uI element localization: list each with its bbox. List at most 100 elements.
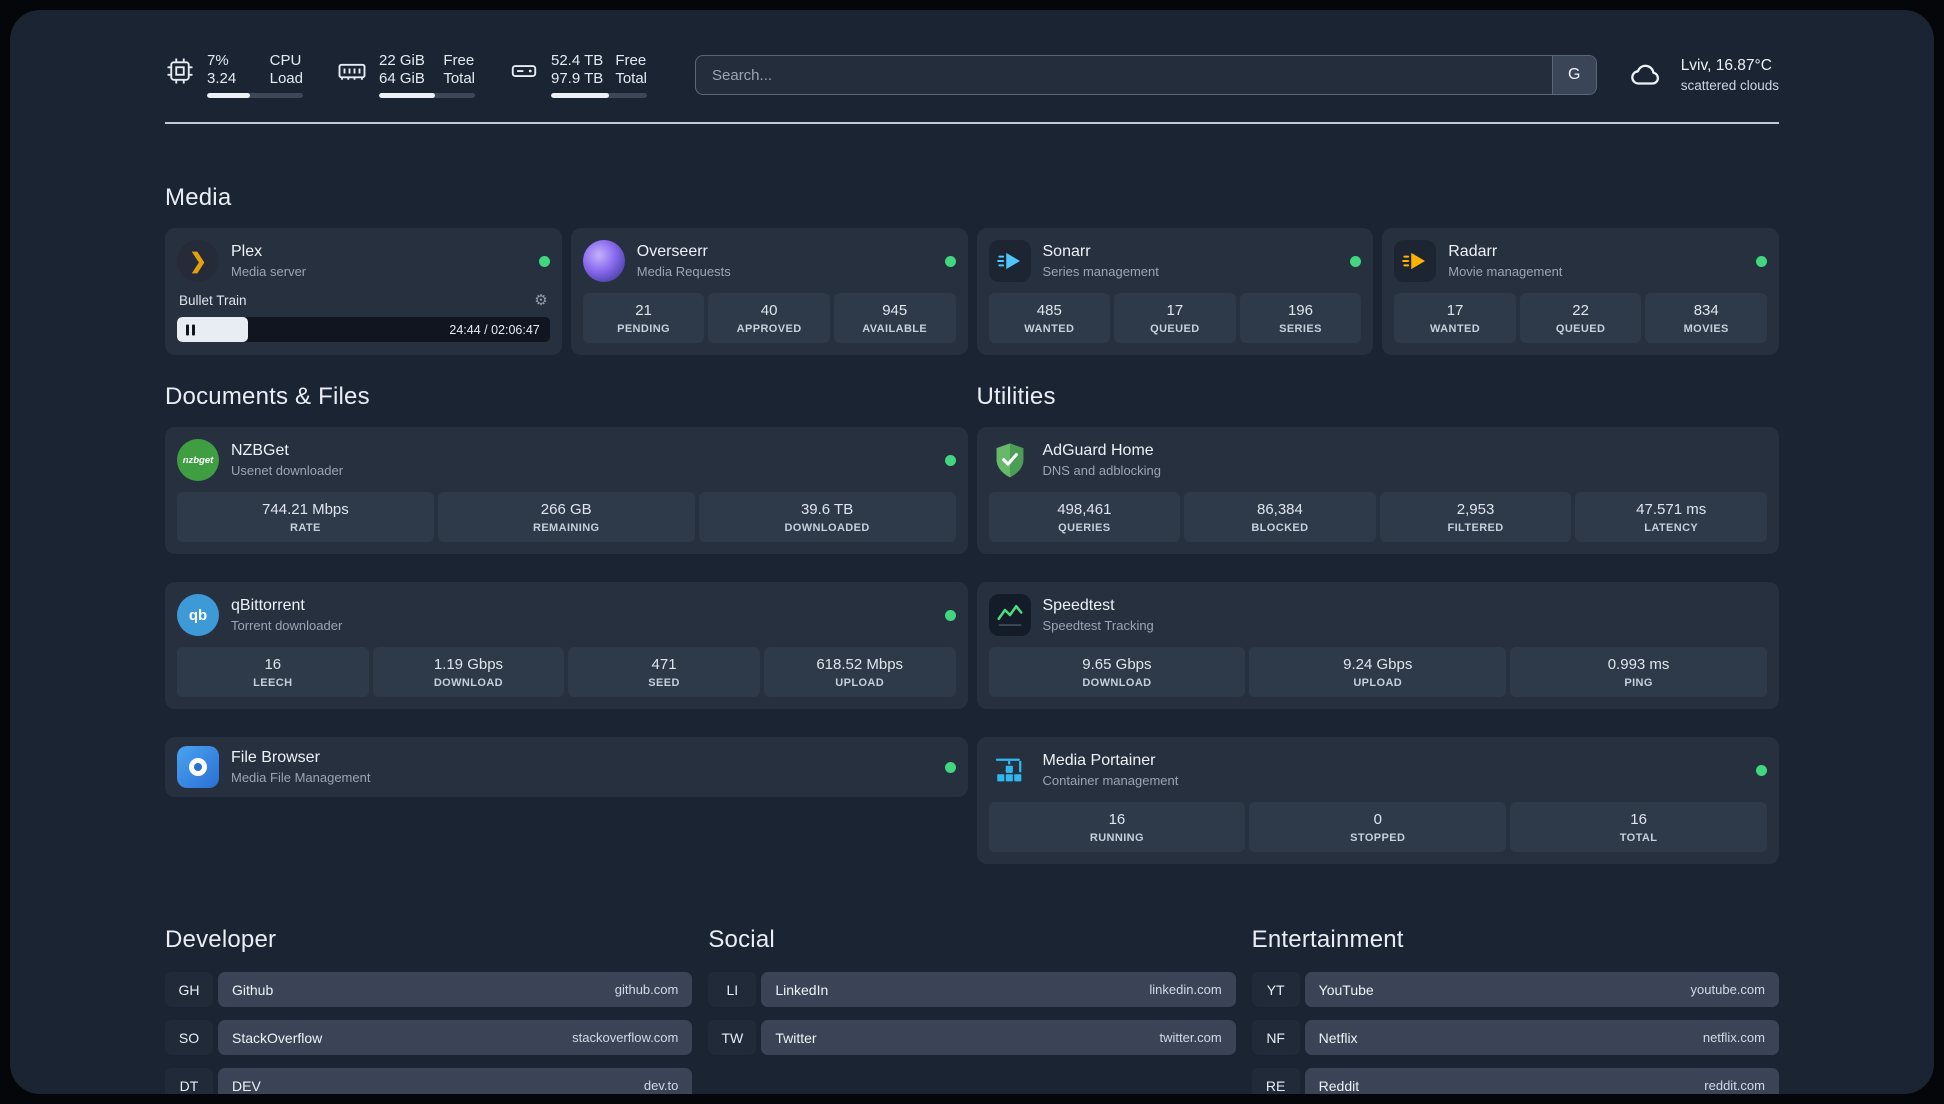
weather-condition: scattered clouds <box>1680 78 1779 93</box>
stat-rate: 744.21 Mbps RATE <box>177 492 434 542</box>
bookmark-url: dev.to <box>643 1078 679 1093</box>
bookmark-name: Netflix <box>1318 1029 1358 1046</box>
status-dot <box>944 454 956 466</box>
overseerr-card[interactable]: Overseerr Media Requests 21 PENDING 40 APP… <box>570 228 968 355</box>
google-search-button[interactable]: G <box>1551 56 1596 94</box>
qbittorrent-card[interactable]: qb qBittorrent Torrent downloader 16 LEEC… <box>165 582 968 709</box>
bookmark-url: linkedin.com <box>1149 982 1222 997</box>
bookmark-abbr: GH <box>165 972 213 1007</box>
bookmark-name: LinkedIn <box>775 981 829 998</box>
stat-filtered: 2,953 FILTERED <box>1379 492 1572 542</box>
bookmark-twitter[interactable]: TW Twitter twitter.com <box>708 1020 1236 1055</box>
stat-approved: 40 APPROVED <box>708 293 830 343</box>
disk-icon <box>511 65 537 77</box>
service-name: Plex <box>231 243 263 260</box>
stat-leech: 16 LEECH <box>177 647 369 697</box>
stat-blocked: 86,384 BLOCKED <box>1184 492 1376 542</box>
service-subtitle: Media Requests <box>636 264 731 279</box>
bookmark-abbr: LI <box>708 972 757 1007</box>
bookmark-abbr: DT <box>165 1068 213 1094</box>
entertainment-section: Entertainment YT YouTube youtube.com NF N… <box>1251 926 1779 1094</box>
service-subtitle: Torrent downloader <box>231 618 343 633</box>
memory-free-label: Free <box>443 52 475 69</box>
filebrowser-icon <box>177 746 219 788</box>
memory-free: 22 GiB <box>379 52 425 69</box>
service-subtitle: Media File Management <box>231 770 371 785</box>
overseerr-icon <box>582 240 625 282</box>
service-name: Sonarr <box>1042 243 1091 260</box>
bookmark-abbr: SO <box>165 1020 213 1055</box>
stat-queued: 22 QUEUED <box>1519 293 1642 343</box>
plex-icon: ❯ <box>177 240 219 282</box>
entertainment-section-title: Entertainment <box>1251 926 1404 953</box>
cpu-load: 3.24 <box>207 70 237 87</box>
memory-widget: 22 GiB Free 64 GiB Total <box>337 52 475 98</box>
qbittorrent-icon: qb <box>177 594 219 636</box>
speedtest-card[interactable]: Speedtest Speedtest Tracking 9.65 Gbps DO… <box>976 582 1779 709</box>
service-subtitle: Movie management <box>1448 264 1563 279</box>
memory-meter <box>379 93 475 98</box>
nzbget-card[interactable]: nzbget NZBGet Usenet downloader 744.21 M… <box>165 427 968 554</box>
pause-icon[interactable] <box>186 324 195 335</box>
bookmark-linkedin[interactable]: LI LinkedIn linkedin.com <box>708 972 1236 1007</box>
disk-total-label: Total <box>615 70 647 87</box>
disk-meter <box>551 93 647 98</box>
service-subtitle: DNS and adblocking <box>1042 463 1162 478</box>
developer-section-title: Developer <box>165 926 277 953</box>
status-dot <box>1350 255 1362 267</box>
stat-queued: 17 QUEUED <box>1114 293 1236 343</box>
stat-downloaded: 39.6 TB DOWNLOADED <box>698 492 956 542</box>
search-bar: G <box>695 55 1597 95</box>
stat-download: 1.19 Gbps DOWNLOAD <box>372 647 565 697</box>
media-section: Media ❯ Plex Media server Bullet Train ⚙ <box>165 184 1779 355</box>
top-bar: 7% CPU 3.24 Load 22 GiB Free 64 GiB Tota… <box>165 52 1779 98</box>
bookmark-github[interactable]: GH Github github.com <box>165 972 693 1007</box>
bookmark-abbr: NF <box>1251 1020 1300 1055</box>
cpu-meter <box>207 93 303 98</box>
stat-running: 16 RUNNING <box>988 802 1246 852</box>
playback-progress-bar[interactable]: 24:44 / 02:06:47 <box>177 317 550 342</box>
playback-time: 24:44 / 02:06:47 <box>449 322 540 337</box>
stat-pending: 21 PENDING <box>582 293 705 343</box>
gear-icon[interactable]: ⚙ <box>534 291 547 309</box>
service-name: File Browser <box>231 749 320 766</box>
cpu-label: CPU <box>269 52 302 69</box>
bookmark-reddit[interactable]: RE Reddit reddit.com <box>1251 1068 1779 1094</box>
social-section-title: Social <box>708 926 775 953</box>
radarr-card[interactable]: Radarr Movie management 17 WANTED 22 QUEUE… <box>1382 228 1779 355</box>
stat-upload: 9.24 Gbps UPLOAD <box>1249 647 1507 697</box>
sonarr-card[interactable]: Sonarr Series management 485 WANTED 17 QUE… <box>976 228 1374 355</box>
now-playing-title: Bullet Train <box>179 292 247 308</box>
bookmark-url: youtube.com <box>1690 982 1765 997</box>
speedtest-icon <box>988 594 1031 636</box>
disk-free: 52.4 TB <box>551 52 604 69</box>
status-dot <box>944 761 956 773</box>
adguard-icon <box>989 439 1031 481</box>
service-name: qBittorrent <box>231 597 305 614</box>
portainer-card[interactable]: Media Portainer Container management 16 R… <box>976 737 1779 864</box>
bookmark-stackoverflow[interactable]: SO StackOverflow stackoverflow.com <box>165 1020 693 1055</box>
portainer-icon <box>989 749 1031 791</box>
service-subtitle: Usenet downloader <box>231 463 344 478</box>
bookmark-youtube[interactable]: YT YouTube youtube.com <box>1251 972 1779 1007</box>
bookmark-abbr: YT <box>1251 972 1300 1007</box>
bookmark-name: Github <box>232 981 274 998</box>
stat-ping: 0.993 ms PING <box>1510 647 1767 697</box>
sonarr-icon <box>988 240 1031 282</box>
adguard-card[interactable]: AdGuard Home DNS and adblocking 498,461 Q… <box>976 427 1779 554</box>
bookmark-url: netflix.com <box>1702 1030 1765 1045</box>
bookmark-netflix[interactable]: NF Netflix netflix.com <box>1251 1020 1779 1055</box>
cpu-icon <box>167 58 193 84</box>
weather-location: Lviv, 16.87°C <box>1680 57 1772 74</box>
media-section-title: Media <box>165 184 232 211</box>
service-name: Media Portainer <box>1042 752 1156 769</box>
bookmark-abbr: RE <box>1251 1068 1300 1094</box>
search-input[interactable] <box>696 56 1552 94</box>
filebrowser-card[interactable]: File Browser Media File Management <box>165 737 968 797</box>
bookmark-dev[interactable]: DT DEV dev.to <box>165 1068 693 1094</box>
service-name: NZBGet <box>231 442 289 459</box>
bookmark-abbr: TW <box>708 1020 757 1055</box>
service-subtitle: Series management <box>1042 264 1159 279</box>
plex-card[interactable]: ❯ Plex Media server Bullet Train ⚙ 24:44… <box>165 228 562 355</box>
status-dot <box>944 255 956 267</box>
